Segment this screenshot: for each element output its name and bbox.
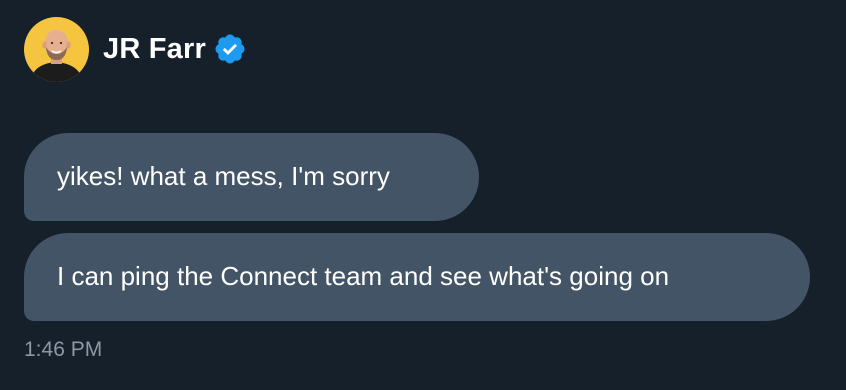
message-text: I can ping the Connect team and see what… xyxy=(57,261,670,291)
sender-name[interactable]: JR Farr xyxy=(103,33,206,66)
verified-badge-icon xyxy=(213,32,247,66)
message-timestamp: 1:46 PM xyxy=(24,338,103,361)
message-text: yikes! what a mess, I'm sorry xyxy=(57,161,390,191)
avatar-photo-icon xyxy=(24,16,89,82)
dm-conversation: JR Farr yikes! what a mess, I'm sorry I … xyxy=(0,0,846,390)
sender-header[interactable]: JR Farr xyxy=(24,16,247,82)
message-bubble[interactable]: yikes! what a mess, I'm sorry xyxy=(24,133,479,221)
avatar[interactable] xyxy=(24,16,89,82)
message-bubble[interactable]: I can ping the Connect team and see what… xyxy=(24,233,810,321)
